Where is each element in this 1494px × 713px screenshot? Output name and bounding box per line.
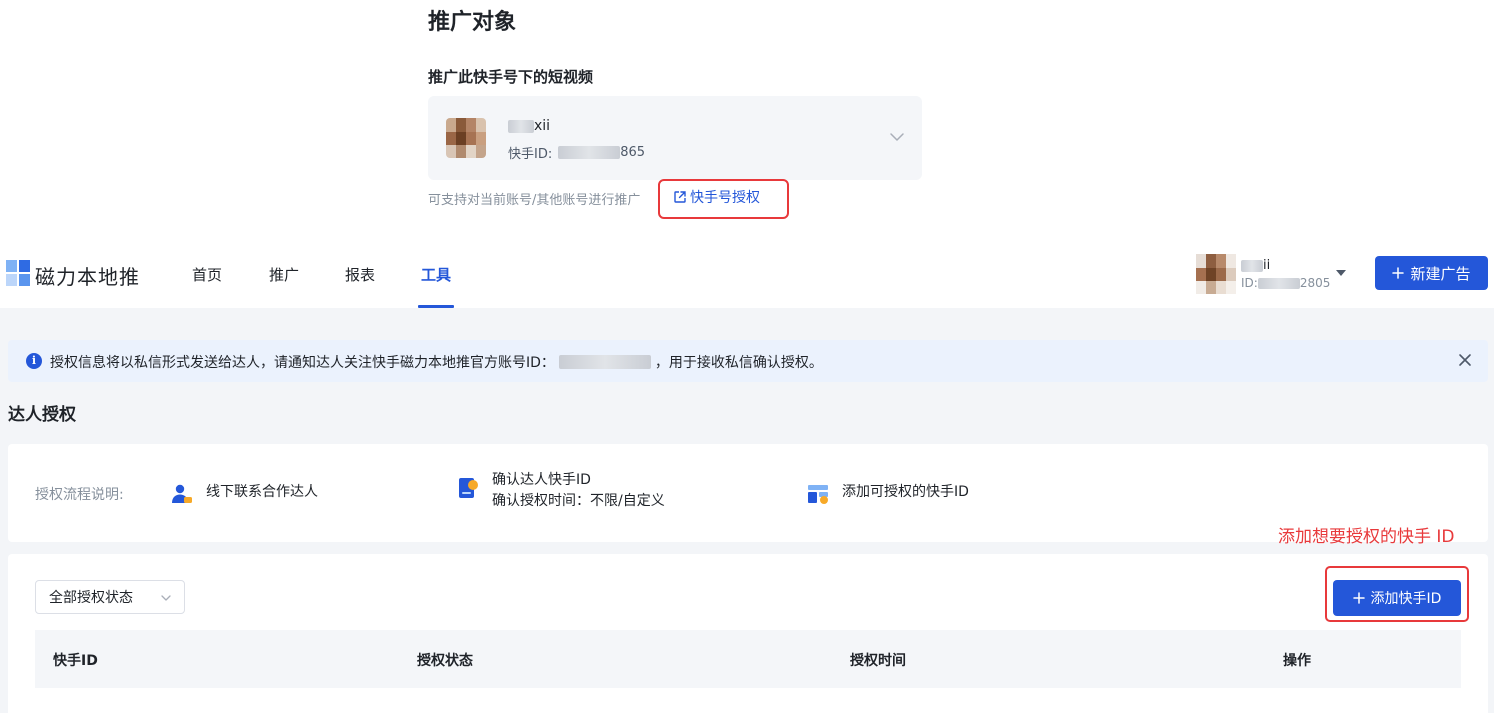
flow-step-1-text: 线下联系合作达人 <box>206 484 318 500</box>
notice-text-after: ，用于接收私信确认授权。 <box>654 355 823 371</box>
add-id-label: 添加快手ID <box>1370 591 1442 607</box>
auth-flow-card: 授权流程说明: 线下联系合作达人 确认达人快手ID 确认授权时间：不限/自定义 <box>8 444 1488 542</box>
main-content: i 授权信息将以私信形式发送给达人，请通知达人关注快手磁力本地推官方账号ID： … <box>0 308 1494 713</box>
logo-icon <box>6 260 30 286</box>
id-card-icon <box>459 478 478 498</box>
close-icon[interactable] <box>1456 351 1474 369</box>
flow-label: 授权流程说明: <box>35 487 124 503</box>
support-text: 可支持对当前账号/其他账号进行推广 <box>428 193 641 208</box>
top-navbar: 磁力本地推 首页 推广 报表 工具 ii ID: 2805 新建广告 <box>0 236 1494 308</box>
user-name-suffix: ii <box>1263 258 1271 273</box>
redacted-official-id <box>558 355 651 369</box>
redacted-id <box>558 146 621 159</box>
user-contact-icon <box>172 484 192 503</box>
user-id-prefix: ID: <box>1241 276 1258 290</box>
external-link-icon <box>674 191 686 203</box>
nav-promote[interactable]: 推广 <box>269 264 299 285</box>
nav-tools[interactable]: 工具 <box>421 264 451 285</box>
promotion-title: 推广对象 <box>428 10 517 35</box>
nav-home[interactable]: 首页 <box>192 264 222 285</box>
info-icon: i <box>26 353 42 369</box>
chevron-down-icon[interactable] <box>886 126 908 148</box>
user-id-suffix: 2805 <box>1299 276 1331 290</box>
redacted-user-id <box>1257 277 1300 289</box>
account-name: xii <box>508 118 550 134</box>
new-ad-button[interactable]: 新建广告 <box>1375 256 1488 290</box>
flow-step-2: 确认达人快手ID 确认授权时间：不限/自定义 <box>456 470 665 512</box>
chevron-down-icon <box>161 595 171 601</box>
flow-step-3: 添加可授权的快手ID <box>806 482 969 506</box>
new-ad-label: 新建广告 <box>1410 264 1471 283</box>
user-name: ii <box>1241 258 1270 273</box>
account-id-label: 快手ID: <box>508 147 553 162</box>
account-id: 快手ID: 865 <box>508 143 645 162</box>
status-filter-value: 全部授权状态 <box>49 590 133 606</box>
promotion-target-section: 推广对象 推广此快手号下的短视频 xii 快手ID: 865 可支持对当前账号/… <box>0 0 1494 232</box>
annotation-add-id: 添加想要授权的快手 ID <box>1278 527 1455 547</box>
caret-down-icon[interactable] <box>1336 270 1346 276</box>
notice-text: 授权信息将以私信形式发送给达人，请通知达人关注快手磁力本地推官方账号ID： ，用… <box>50 352 823 372</box>
nav-reports[interactable]: 报表 <box>345 264 375 285</box>
account-name-suffix: xii <box>534 118 551 134</box>
user-avatar[interactable] <box>1196 254 1236 294</box>
column-actions: 操作 <box>1283 653 1311 669</box>
section-title: 达人授权 <box>8 405 76 425</box>
flow-step-3-text: 添加可授权的快手ID <box>842 484 969 500</box>
table-header: 快手ID 授权状态 授权时间 操作 <box>35 630 1461 688</box>
plus-icon <box>1352 592 1365 604</box>
column-kuaishou-id: 快手ID <box>53 653 98 669</box>
auth-list-card: 全部授权状态 添加快手ID 快手ID 授权状态 授权时间 操作 <box>8 554 1488 713</box>
redacted-name <box>508 119 534 133</box>
column-auth-status: 授权状态 <box>417 653 473 669</box>
flow-step-1: 线下联系合作达人 <box>170 482 318 506</box>
add-kuaishou-id-button[interactable]: 添加快手ID <box>1333 580 1461 616</box>
kuaishou-auth-link[interactable]: 快手号授权 <box>673 187 760 207</box>
user-id: ID: 2805 <box>1241 276 1330 290</box>
account-avatar <box>446 118 486 158</box>
redacted-user-name <box>1241 259 1263 272</box>
plus-icon <box>1392 267 1405 279</box>
account-selector[interactable]: xii 快手ID: 865 <box>428 96 922 180</box>
auth-status-filter[interactable]: 全部授权状态 <box>35 580 185 614</box>
logo-text: 磁力本地推 <box>35 265 140 289</box>
notice-text-before: 授权信息将以私信形式发送给达人，请通知达人关注快手磁力本地推官方账号ID： <box>50 355 555 371</box>
auth-link-label: 快手号授权 <box>690 190 760 206</box>
grid-add-icon <box>808 485 828 504</box>
notice-banner: i 授权信息将以私信形式发送给达人，请通知达人关注快手磁力本地推官方账号ID： … <box>8 340 1488 382</box>
flow-step-2-line1: 确认达人快手ID <box>492 472 591 488</box>
flow-step-2-line2: 确认授权时间：不限/自定义 <box>492 493 665 509</box>
promotion-subtitle: 推广此快手号下的短视频 <box>428 68 594 86</box>
account-id-suffix: 865 <box>620 145 646 160</box>
column-auth-time: 授权时间 <box>850 653 906 669</box>
